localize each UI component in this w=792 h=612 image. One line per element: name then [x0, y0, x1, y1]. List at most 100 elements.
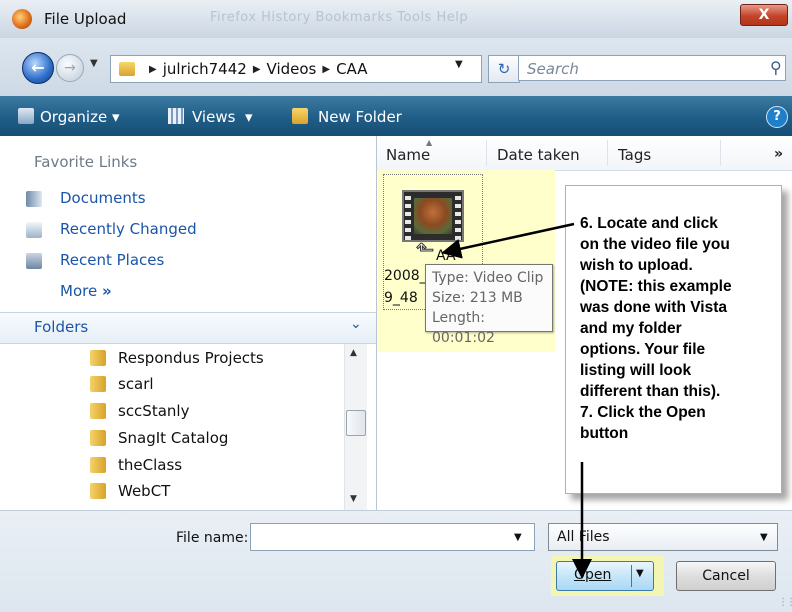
history-dropdown-icon[interactable]: ▼	[90, 58, 98, 69]
breadcrumb-item-caa[interactable]: CAA	[336, 60, 367, 78]
open-button-label[interactable]: Open	[574, 567, 611, 583]
background-menu-ghost: Firefox History Bookmarks Tools Help	[210, 10, 469, 25]
double-chevron-icon: »	[101, 282, 112, 300]
column-header-date-taken[interactable]: Date taken	[497, 146, 580, 164]
forward-button[interactable]: →	[56, 54, 84, 82]
instruction-line: 7. Click the Open	[580, 404, 706, 421]
breadcrumb-item-videos[interactable]: Videos	[267, 60, 317, 78]
scroll-down-icon[interactable]: ▼	[350, 494, 357, 504]
search-icon[interactable]: ⚲	[770, 58, 782, 77]
folder-label: SnagIt Catalog	[118, 429, 229, 447]
help-icon[interactable]: ?	[766, 106, 788, 128]
instruction-line: options. Your file	[580, 341, 706, 358]
folder-icon	[90, 483, 106, 499]
open-dropdown-icon[interactable]: ▼	[636, 568, 644, 579]
instruction-line: wish to upload.	[580, 257, 693, 274]
tooltip-size: Size: 213 MB	[432, 290, 523, 306]
instruction-line: on the video file you	[580, 236, 730, 253]
instruction-line: listing will look	[580, 362, 692, 379]
recently-changed-icon	[26, 222, 42, 238]
column-divider[interactable]	[486, 140, 487, 166]
column-header-name[interactable]: Name	[386, 146, 430, 164]
firefox-icon	[12, 9, 32, 29]
instruction-line: different than this).	[580, 383, 721, 400]
resize-grip-icon[interactable]: ⋮⋮	[778, 597, 792, 608]
favorite-link-recent-places[interactable]: Recent Places	[60, 251, 164, 269]
new-folder-button[interactable]: New Folder	[318, 108, 402, 126]
favorite-link-recently-changed[interactable]: Recently Changed	[60, 220, 197, 238]
window-title: File Upload	[44, 10, 127, 28]
breadcrumb-item-user[interactable]: julrich7442	[163, 60, 247, 78]
more-columns-icon[interactable]: »	[774, 146, 783, 162]
views-button[interactable]: Views ▾	[192, 108, 253, 126]
folder-item[interactable]: theClass	[90, 452, 182, 478]
file-name-label: File name:	[176, 530, 249, 546]
organize-button[interactable]: Organize ▾	[40, 108, 120, 126]
chevron-down-icon[interactable]: ⌄	[350, 316, 362, 332]
recent-places-icon	[26, 253, 42, 269]
refresh-button[interactable]: ↻	[488, 55, 520, 83]
file-name-input[interactable]	[250, 523, 535, 551]
folder-icon	[119, 62, 135, 76]
column-header-bar	[377, 136, 792, 171]
instruction-line: 6. Locate and click	[580, 215, 718, 232]
folder-item[interactable]: WebCT	[90, 478, 170, 504]
column-divider[interactable]	[607, 140, 608, 166]
film-perforation	[405, 192, 411, 240]
documents-icon	[26, 191, 42, 207]
folder-icon	[90, 376, 106, 392]
file-name[interactable]: 9_48	[384, 290, 418, 306]
instruction-line: button	[580, 425, 629, 442]
back-button[interactable]: ←	[22, 52, 54, 84]
file-name-fragment[interactable]: AA	[436, 248, 456, 264]
tooltip-length: Length: 00:01:02	[432, 310, 495, 346]
views-icon	[168, 108, 184, 124]
chevron-right-icon[interactable]: ▶	[149, 64, 157, 75]
more-link[interactable]: More »	[60, 282, 112, 300]
chevron-right-icon[interactable]: ▶	[253, 64, 261, 75]
folder-item[interactable]: SnagIt Catalog	[90, 425, 228, 451]
video-frame	[414, 198, 452, 234]
folder-item[interactable]: Respondus Projects	[90, 345, 264, 371]
column-header-tags[interactable]: Tags	[618, 146, 651, 164]
path-dropdown-icon[interactable]: ▼	[455, 59, 463, 70]
instruction-line: (NOTE: this example	[580, 278, 732, 295]
file-name-dropdown-icon[interactable]: ▼	[514, 532, 522, 543]
instruction-line: and my folder	[580, 320, 682, 337]
file-name[interactable]: 2008_	[384, 268, 427, 284]
favorite-links-header: Favorite Links	[34, 153, 138, 171]
folder-icon	[90, 403, 106, 419]
folder-item[interactable]: sccStanly	[90, 398, 189, 424]
close-button[interactable]: X	[740, 4, 788, 26]
search-input[interactable]: Search	[518, 55, 786, 81]
folder-label: theClass	[118, 456, 183, 474]
folders-header[interactable]: Folders	[34, 318, 88, 336]
instruction-line: was done with Vista	[580, 299, 728, 316]
instruction-text: 6. Locate and click on the video file yo…	[580, 213, 772, 444]
more-label: More	[60, 282, 98, 300]
folder-item[interactable]: scarl	[90, 371, 154, 397]
cancel-button[interactable]: Cancel	[676, 561, 776, 591]
file-tooltip: Type: Video Clip Size: 213 MB Length: 00…	[425, 264, 553, 346]
folder-icon	[90, 457, 106, 473]
video-thumbnail-icon[interactable]	[402, 190, 464, 242]
folder-label: Respondus Projects	[118, 349, 264, 367]
organize-icon	[18, 108, 34, 124]
views-label: Views	[192, 108, 236, 126]
file-type-select[interactable]: All Files	[548, 523, 778, 551]
open-split-divider	[631, 565, 632, 587]
favorite-link-documents[interactable]: Documents	[60, 189, 146, 207]
folder-icon	[90, 430, 106, 446]
column-divider[interactable]	[720, 140, 721, 166]
film-perforation	[455, 192, 461, 240]
file-type-dropdown-icon[interactable]: ▼	[760, 532, 768, 543]
folder-label: scarl	[118, 375, 154, 393]
chevron-right-icon[interactable]: ▶	[322, 64, 330, 75]
scrollbar-thumb[interactable]	[346, 410, 366, 436]
scroll-up-icon[interactable]: ▲	[350, 348, 357, 358]
folder-icon	[90, 350, 106, 366]
folder-label: sccStanly	[118, 402, 190, 420]
breadcrumb[interactable]: ▶ julrich7442 ▶ Videos ▶ CAA	[110, 55, 482, 83]
tooltip-type: Type: Video Clip	[432, 270, 544, 286]
mouse-pointer-icon: ⬑	[415, 238, 435, 264]
